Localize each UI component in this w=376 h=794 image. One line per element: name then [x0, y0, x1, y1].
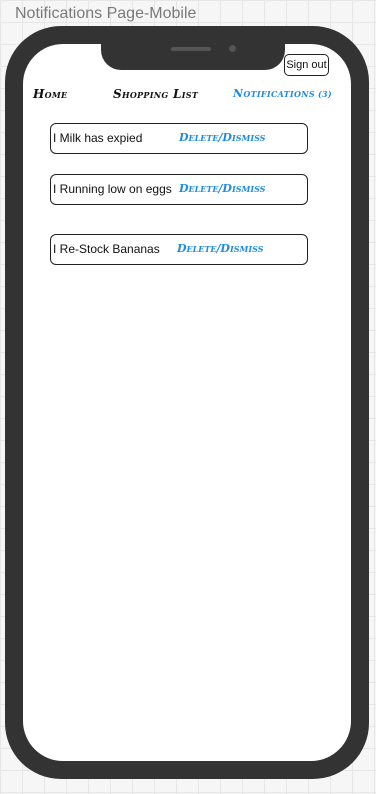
frame-title: Notifications Page-Mobile [15, 5, 197, 22]
notification-text: I Re-Stock Bananas [53, 242, 160, 256]
phone-screen: Sign out Home Shopping List Notification… [23, 44, 351, 761]
phone-mockup: Sign out Home Shopping List Notification… [5, 26, 369, 779]
notification-card: I Re-Stock Bananas Delete/Dismiss [50, 234, 308, 265]
delete-dismiss-link[interactable]: Delete/Dismiss [179, 182, 265, 195]
notification-card: I Running low on eggs Delete/Dismiss [50, 174, 308, 205]
delete-dismiss-link[interactable]: Delete/Dismiss [177, 242, 263, 255]
phone-notch [101, 44, 285, 70]
notifications-count-badge: (3) [317, 89, 332, 99]
camera-icon [229, 45, 236, 52]
notification-text: I Running low on eggs [53, 182, 172, 196]
sign-out-button[interactable]: Sign out [284, 54, 329, 76]
nav-notifications-link[interactable]: Notifications (3) [233, 87, 332, 100]
nav-home-link[interactable]: Home [33, 87, 67, 101]
notification-text: I Milk has expied [53, 131, 143, 145]
nav-shopping-list-link[interactable]: Shopping List [113, 87, 198, 101]
notification-card: I Milk has expied Delete/Dismiss [50, 123, 308, 154]
delete-dismiss-link[interactable]: Delete/Dismiss [179, 131, 265, 144]
speaker-icon [171, 47, 211, 51]
nav-notifications-label: Notifications [233, 87, 315, 100]
